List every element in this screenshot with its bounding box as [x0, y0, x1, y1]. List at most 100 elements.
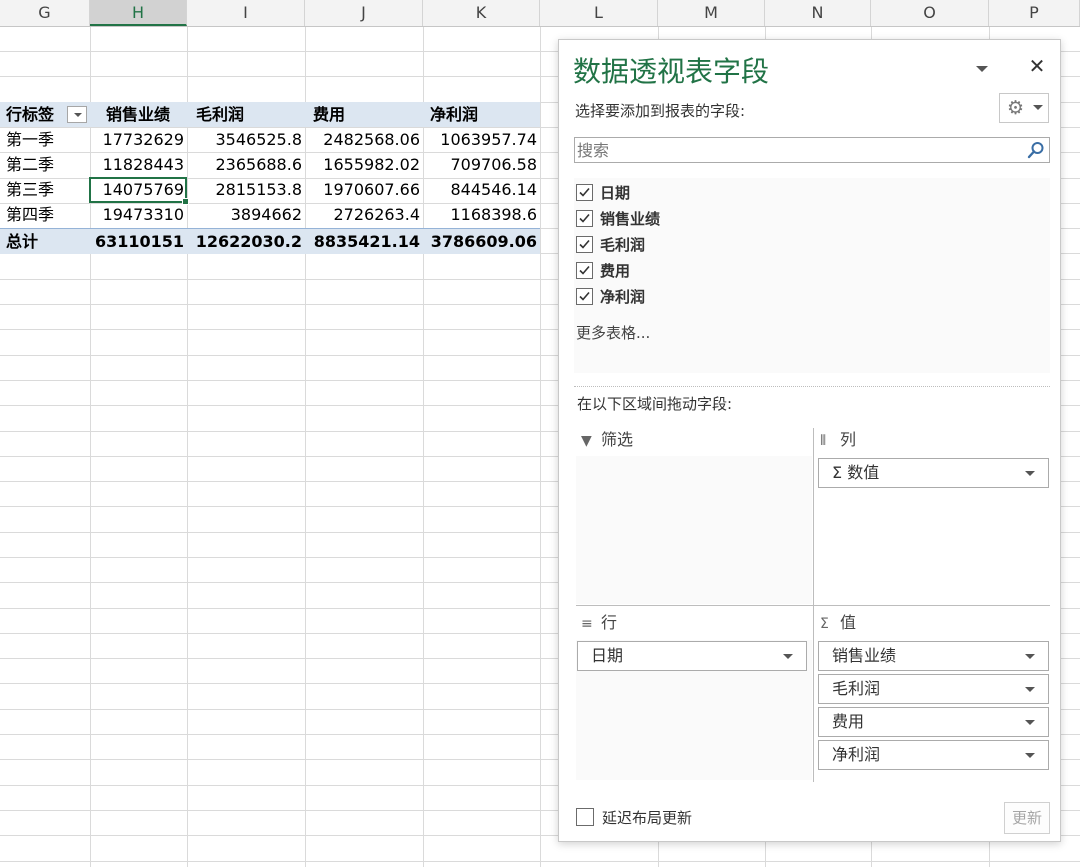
close-icon[interactable]: ✕ — [1023, 52, 1051, 80]
field-label: 费用 — [600, 262, 631, 280]
active-cell-cursor — [89, 177, 189, 205]
defer-update-checkbox[interactable] — [576, 808, 594, 826]
pivot-row: 第一季 17732629 3546525.8 2482568.06 106395… — [0, 127, 540, 152]
checkbox-checked-icon[interactable] — [576, 210, 593, 227]
field-item-expense[interactable]: 费用 — [574, 258, 874, 284]
search-icon[interactable] — [1027, 141, 1045, 159]
column-header-h[interactable]: H — [90, 0, 187, 26]
checkbox-checked-icon[interactable] — [576, 288, 593, 305]
gridline-vertical — [540, 27, 541, 867]
pivot-total-cell[interactable]: 12622030.2 — [187, 229, 305, 254]
chevron-down-icon[interactable] — [1025, 687, 1035, 692]
checkbox-checked-icon[interactable] — [576, 184, 593, 201]
field-item-net-profit[interactable]: 净利润 — [574, 284, 874, 310]
checkbox-checked-icon[interactable] — [576, 236, 593, 253]
pivot-header-row: 行标签 销售业绩 毛利润 费用 净利润 — [0, 102, 540, 127]
pivot-header-cell[interactable]: 费用 — [307, 102, 423, 127]
choose-fields-label: 选择要添加到报表的字段: — [575, 102, 746, 120]
pivot-row: 第四季 19473310 3894662 2726263.4 1168398.6 — [0, 202, 540, 227]
column-header-l[interactable]: L — [540, 0, 658, 26]
pivot-total-cell[interactable]: 8835421.14 — [305, 229, 423, 254]
column-header-m[interactable]: M — [658, 0, 765, 26]
pane-options-dropdown-icon[interactable] — [971, 60, 993, 78]
more-tables-link[interactable]: 更多表格... — [576, 322, 650, 343]
pivot-cell[interactable]: 2365688.6 — [187, 152, 305, 177]
column-header-j[interactable]: J — [305, 0, 423, 26]
filter-icon: ▼ — [581, 433, 592, 449]
column-header-p[interactable]: P — [989, 0, 1080, 26]
field-label: 销售业绩 — [600, 210, 661, 228]
update-button[interactable]: 更新 — [1004, 802, 1050, 834]
column-header-k[interactable]: K — [423, 0, 540, 26]
field-label: 日期 — [600, 184, 631, 202]
chevron-down-icon[interactable] — [783, 654, 793, 659]
drag-fields-label: 在以下区域间拖动字段: — [577, 395, 733, 413]
pivot-cell[interactable]: 1168398.6 — [423, 202, 540, 227]
chevron-down-icon — [1033, 105, 1043, 110]
pivot-cell[interactable]: 11828443 — [90, 152, 187, 177]
values-field-sales-chip[interactable]: 销售业绩 — [818, 641, 1049, 671]
filter-area-title: ▼ 筛选 — [581, 428, 633, 452]
column-header-n[interactable]: N — [765, 0, 871, 26]
rows-icon: ≡ — [581, 616, 593, 632]
section-divider — [574, 386, 1050, 387]
pivot-row-label[interactable]: 第二季 — [0, 152, 90, 177]
column-header-g[interactable]: G — [0, 0, 90, 26]
pivot-total-label[interactable]: 总计 — [0, 229, 90, 254]
pivot-cell[interactable]: 3894662 — [187, 202, 305, 227]
field-item-date[interactable]: 日期 — [574, 180, 874, 206]
search-box[interactable] — [574, 137, 1050, 163]
field-label: 净利润 — [600, 288, 646, 306]
column-header-o[interactable]: O — [871, 0, 989, 26]
pivot-total-cell[interactable]: 63110151 — [90, 229, 187, 254]
field-item-gross-profit[interactable]: 毛利润 — [574, 232, 874, 258]
rows-field-date-chip[interactable]: 日期 — [577, 641, 807, 671]
values-field-net-profit-chip[interactable]: 净利润 — [818, 740, 1049, 770]
chip-label: 净利润 — [832, 745, 881, 764]
pivot-cell[interactable]: 19473310 — [90, 202, 187, 227]
pivot-row-label[interactable]: 第一季 — [0, 127, 90, 152]
pivot-cell[interactable]: 1655982.02 — [305, 152, 423, 177]
checkbox-checked-icon[interactable] — [576, 262, 593, 279]
pivot-cell[interactable]: 2726263.4 — [305, 202, 423, 227]
pane-title: 数据透视表字段 — [573, 55, 770, 88]
pivot-cell[interactable]: 1970607.66 — [305, 177, 423, 202]
filter-area-label: 筛选 — [601, 430, 634, 449]
filter-drop-zone[interactable] — [576, 456, 812, 604]
chevron-down-icon[interactable] — [1025, 471, 1035, 476]
row-labels-header[interactable]: 行标签 — [0, 102, 90, 127]
columns-icon: ⦀ — [820, 433, 827, 449]
row-labels-filter-button[interactable] — [67, 106, 87, 123]
chevron-down-icon[interactable] — [1025, 720, 1035, 725]
field-label: 毛利润 — [600, 236, 646, 254]
chevron-down-icon[interactable] — [1025, 753, 1035, 758]
pivot-total-row: 总计 63110151 12622030.2 8835421.14 378660… — [0, 228, 540, 254]
pivot-cell[interactable]: 3546525.8 — [187, 127, 305, 152]
values-field-gross-profit-chip[interactable]: 毛利润 — [818, 674, 1049, 704]
values-area-title: Σ值 — [820, 611, 856, 635]
pivot-row-label[interactable]: 第三季 — [0, 177, 90, 202]
pivot-total-cell[interactable]: 3786609.06 — [423, 229, 540, 254]
field-list: 日期 销售业绩 毛利润 费用 净利润 更多表格... — [574, 178, 1050, 373]
pivot-row-label[interactable]: 第四季 — [0, 202, 90, 227]
pivot-cell[interactable]: 709706.58 — [423, 152, 540, 177]
pivot-cell[interactable]: 17732629 — [90, 127, 187, 152]
chevron-down-icon[interactable] — [1025, 654, 1035, 659]
rows-area-title: ≡ 行 — [581, 611, 617, 635]
pivot-cell[interactable]: 2482568.06 — [305, 127, 423, 152]
pivot-header-cell[interactable]: 毛利润 — [190, 102, 305, 127]
pivot-row: 第二季 11828443 2365688.6 1655982.02 709706… — [0, 152, 540, 177]
column-header-i[interactable]: I — [187, 0, 305, 26]
gear-icon: ⚙ — [1007, 97, 1025, 119]
rows-area-label: 行 — [601, 613, 618, 632]
pivot-cell[interactable]: 2815153.8 — [187, 177, 305, 202]
pivot-cell[interactable]: 844546.14 — [423, 177, 540, 202]
field-item-sales[interactable]: 销售业绩 — [574, 206, 874, 232]
values-field-expense-chip[interactable]: 费用 — [818, 707, 1049, 737]
columns-field-values-chip[interactable]: Σ 数值 — [818, 458, 1049, 488]
search-input[interactable] — [577, 138, 1017, 162]
pivot-cell[interactable]: 1063957.74 — [423, 127, 540, 152]
tools-button[interactable]: ⚙ — [999, 93, 1049, 123]
pivot-header-cell[interactable]: 净利润 — [424, 102, 540, 127]
pivot-header-cell[interactable]: 销售业绩 — [100, 102, 187, 127]
